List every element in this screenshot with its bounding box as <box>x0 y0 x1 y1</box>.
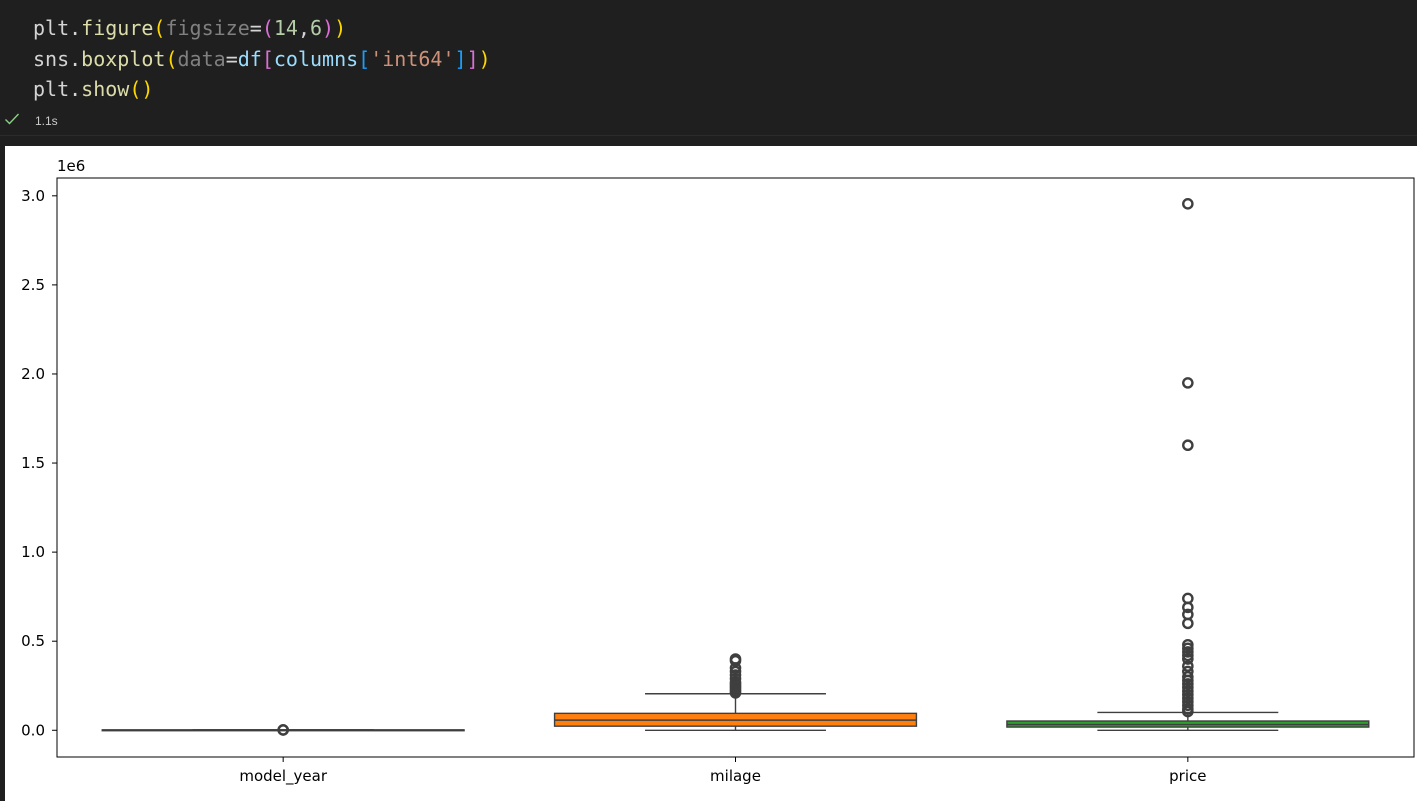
x-tick-label: model_year <box>239 767 328 786</box>
code-token: columns <box>273 47 359 71</box>
y-offset-label: 1e6 <box>57 157 85 175</box>
code-token: ( <box>153 16 166 40</box>
code-token: plt <box>33 77 70 101</box>
execution-status: 1.1s <box>0 108 300 134</box>
y-tick-label: 3.0 <box>21 187 45 205</box>
code-token: ( <box>165 47 178 71</box>
code-line-3[interactable]: plt.show() <box>33 74 153 104</box>
x-tick-label: price <box>1169 767 1206 785</box>
code-token: = <box>225 47 238 71</box>
y-tick-label: 1.5 <box>21 454 45 472</box>
code-line-1[interactable]: plt.figure(figsize=(14,6)) <box>33 13 346 43</box>
code-token: . <box>69 77 82 101</box>
cell-divider <box>0 135 1417 136</box>
code-token: sns <box>33 47 70 71</box>
execution-time: 1.1s <box>35 114 58 128</box>
code-token: ] <box>466 47 479 71</box>
code-token: show <box>81 77 130 101</box>
code-line-2[interactable]: sns.boxplot(data=df[columns['int64']]) <box>33 44 491 74</box>
code-token: df <box>237 47 262 71</box>
code-token: boxplot <box>81 47 166 71</box>
code-token: . <box>69 47 82 71</box>
code-token: () <box>129 77 154 101</box>
outlier-point <box>1182 377 1194 389</box>
y-tick-label: 0.0 <box>21 721 45 739</box>
code-token: ) <box>322 16 335 40</box>
x-tick-label: milage <box>710 767 761 785</box>
outlier-point <box>1182 198 1194 210</box>
code-token: figsize <box>165 16 250 40</box>
code-token: , <box>297 16 310 40</box>
y-tick-label: 2.0 <box>21 365 45 383</box>
code-token: . <box>69 16 82 40</box>
code-token: ) <box>334 16 347 40</box>
outlier-point <box>1182 439 1194 452</box>
boxplot-chart: 0.0 0.5 1.0 1.5 2.0 2.5 3.0 1e6 model_year milage… <box>21 157 1415 786</box>
code-token: ] <box>454 47 467 71</box>
code-token: plt <box>33 16 70 40</box>
check-icon <box>5 113 20 125</box>
code-token: figure <box>81 16 154 40</box>
code-token: ( <box>261 16 274 40</box>
code-token: 14 <box>273 16 298 40</box>
y-tick-label: 2.5 <box>21 276 45 294</box>
cell-output: 0.0 0.5 1.0 1.5 2.0 2.5 3.0 1e6 model_year milage… <box>5 146 1417 801</box>
code-token: 'int64' <box>370 47 455 71</box>
code-token: data <box>177 47 226 71</box>
code-cell[interactable]: plt.figure(figsize=(14,6)) sns.boxplot(d… <box>0 0 1417 136</box>
code-token: 6 <box>310 16 323 40</box>
y-tick-label: 0.5 <box>21 632 45 650</box>
code-token: ) <box>478 47 491 71</box>
y-tick-label: 1.0 <box>21 543 45 561</box>
code-token: [ <box>261 47 274 71</box>
code-token: [ <box>358 47 371 71</box>
code-token: = <box>249 16 262 40</box>
